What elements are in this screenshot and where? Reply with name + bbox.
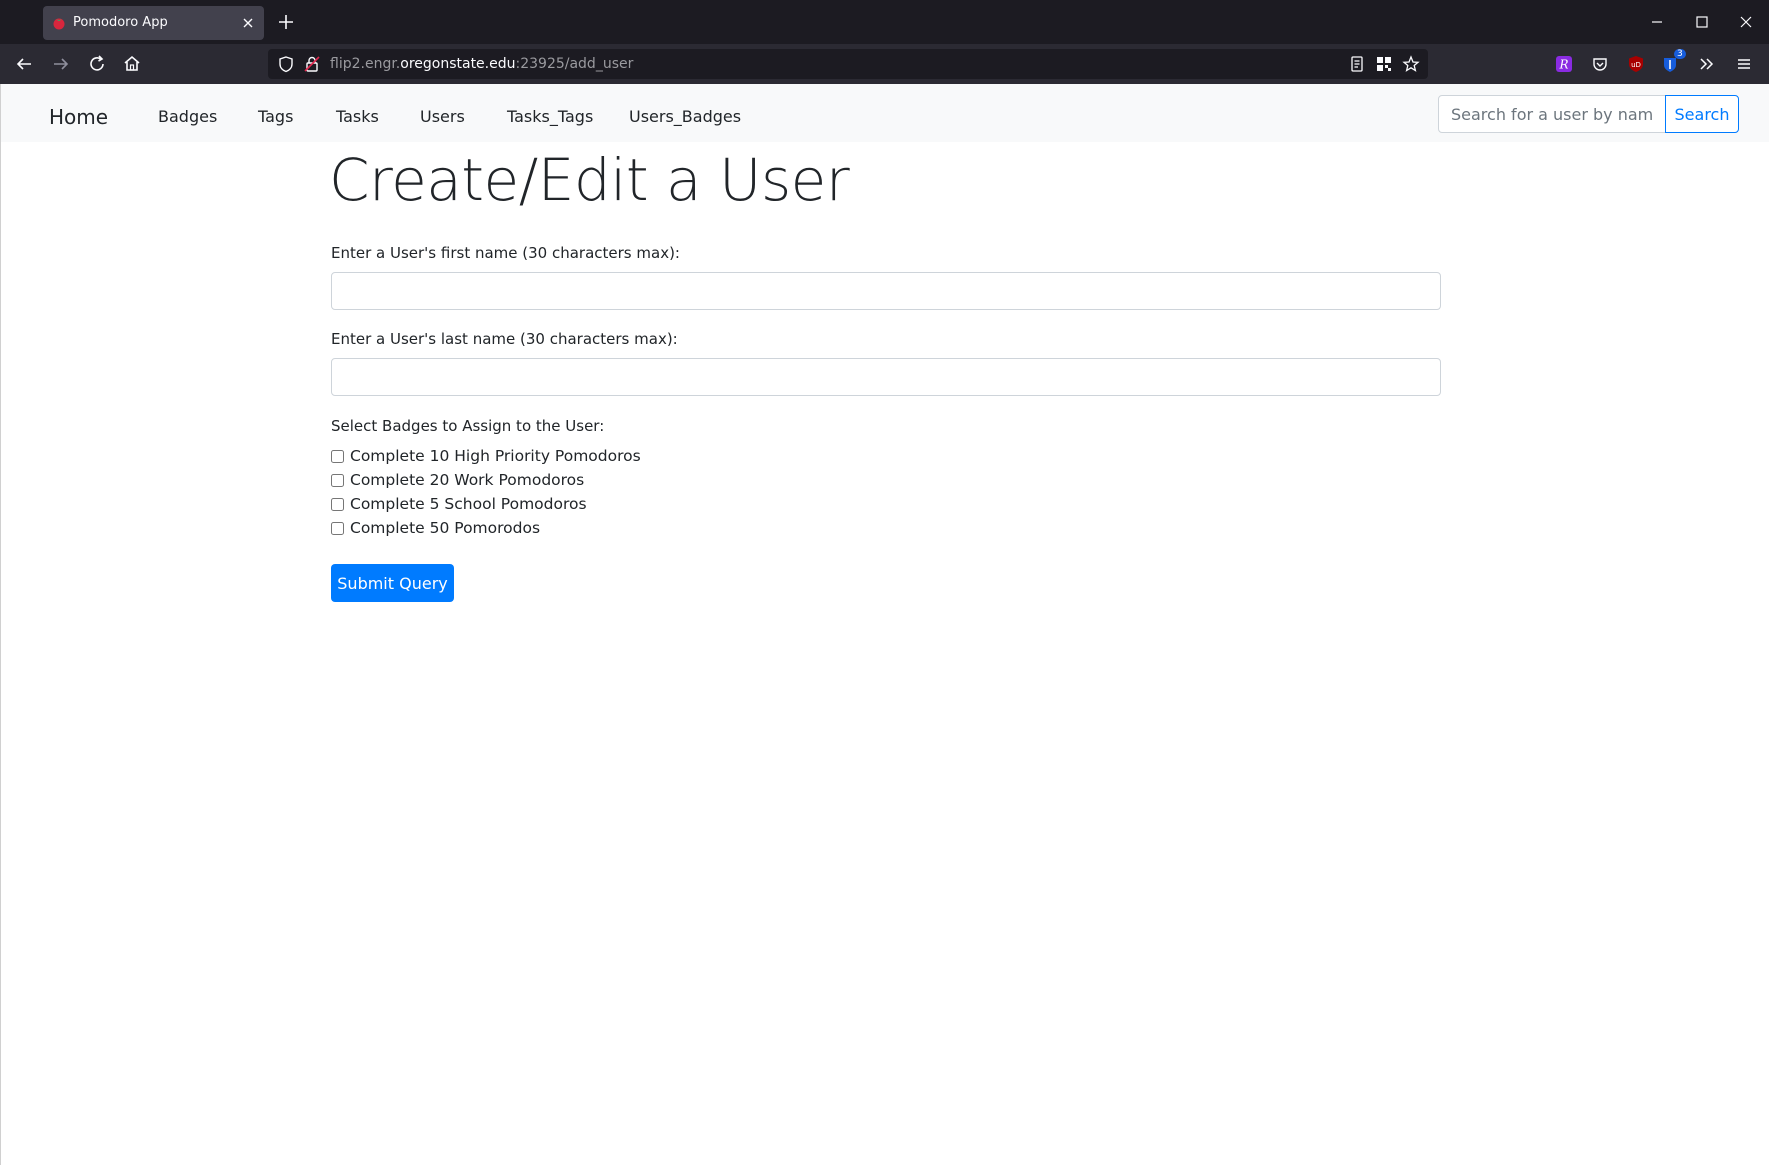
browser-toolbar: flip2.engr.oregonstate.edu:23925/add_use…	[0, 44, 1769, 84]
page-content: Home Badges Tags Tasks Users Tasks_Tags …	[0, 84, 1769, 1165]
first-name-field[interactable]	[331, 272, 1441, 310]
hamburger-menu-icon[interactable]	[1734, 54, 1754, 74]
nav-link-users[interactable]: Users	[420, 107, 465, 126]
url-prefix: flip2.engr.	[330, 56, 401, 72]
page-title: Create/Edit a User	[329, 146, 850, 214]
url-suffix: :23925/add_user	[515, 56, 634, 72]
insecure-lock-icon[interactable]	[302, 54, 322, 74]
new-tab-icon[interactable]	[276, 12, 296, 32]
close-tab-icon[interactable]	[238, 13, 258, 33]
nav-brand-home[interactable]: Home	[49, 105, 108, 129]
badge-checkbox[interactable]	[331, 473, 344, 487]
last-name-field[interactable]	[331, 358, 1441, 396]
tomato-favicon-icon	[53, 18, 65, 30]
tracking-protection-shield-icon[interactable]	[276, 54, 296, 74]
badge-checkbox[interactable]	[331, 449, 344, 463]
badges-label: Select Badges to Assign to the User:	[331, 417, 605, 435]
overflow-chevrons-icon[interactable]	[1697, 54, 1717, 74]
address-bar[interactable]: flip2.engr.oregonstate.edu:23925/add_use…	[268, 49, 1428, 79]
close-window-icon[interactable]	[1734, 11, 1758, 33]
submit-query-button[interactable]: Submit Query	[331, 564, 454, 602]
nav-link-tasks[interactable]: Tasks	[336, 107, 379, 126]
browser-tab[interactable]: Pomodoro App	[43, 6, 264, 40]
maximize-window-icon[interactable]	[1690, 11, 1714, 33]
back-arrow-icon[interactable]	[12, 52, 36, 76]
url-text: flip2.engr.oregonstate.edu:23925/add_use…	[330, 56, 633, 72]
tab-title: Pomodoro App	[73, 15, 168, 30]
bookmark-star-icon[interactable]	[1401, 54, 1421, 74]
reader-view-icon[interactable]	[1347, 54, 1367, 74]
browser-tab-strip: Pomodoro App	[0, 0, 1769, 44]
badge-option-label: Complete 5 School Pomodoros	[350, 495, 587, 513]
home-icon[interactable]	[120, 52, 144, 76]
forward-arrow-icon[interactable]	[49, 52, 73, 76]
extension-r-icon[interactable]: R	[1554, 54, 1574, 74]
nav-link-badges[interactable]: Badges	[158, 107, 217, 126]
badge-option-label: Complete 50 Pomorodos	[350, 519, 541, 537]
badge-checkbox[interactable]	[331, 521, 344, 535]
badge-option[interactable]: Complete 5 School Pomodoros	[331, 493, 587, 515]
ublock-origin-icon[interactable]: uD	[1626, 54, 1646, 74]
nav-link-tasks-tags[interactable]: Tasks_Tags	[507, 107, 593, 126]
url-host: oregonstate.edu	[400, 56, 516, 72]
nav-link-tags[interactable]: Tags	[258, 107, 293, 126]
badge-checkbox[interactable]	[331, 497, 344, 511]
search-button[interactable]: Search	[1665, 95, 1739, 133]
nav-link-users-badges[interactable]: Users_Badges	[629, 107, 741, 126]
app-navbar: Home Badges Tags Tasks Users Tasks_Tags …	[1, 84, 1769, 142]
last-name-label: Enter a User's last name (30 characters …	[331, 330, 678, 348]
badge-option[interactable]: Complete 10 High Priority Pomodoros	[331, 445, 641, 467]
user-search-input[interactable]	[1438, 95, 1666, 133]
badge-option[interactable]: Complete 50 Pomorodos	[331, 517, 540, 539]
badge-option-label: Complete 10 High Priority Pomodoros	[350, 447, 641, 465]
badge-option-label: Complete 20 Work Pomodoros	[350, 471, 585, 489]
pocket-icon[interactable]	[1590, 54, 1610, 74]
badge-option[interactable]: Complete 20 Work Pomodoros	[331, 469, 584, 491]
minimize-window-icon[interactable]	[1645, 11, 1669, 33]
qr-code-icon[interactable]	[1374, 54, 1394, 74]
reload-icon[interactable]	[85, 52, 109, 76]
svg-text:R: R	[1558, 58, 1568, 72]
extension-badge-count: 3	[1674, 49, 1686, 59]
first-name-label: Enter a User's first name (30 characters…	[331, 244, 680, 262]
svg-text:uD: uD	[1631, 61, 1641, 69]
